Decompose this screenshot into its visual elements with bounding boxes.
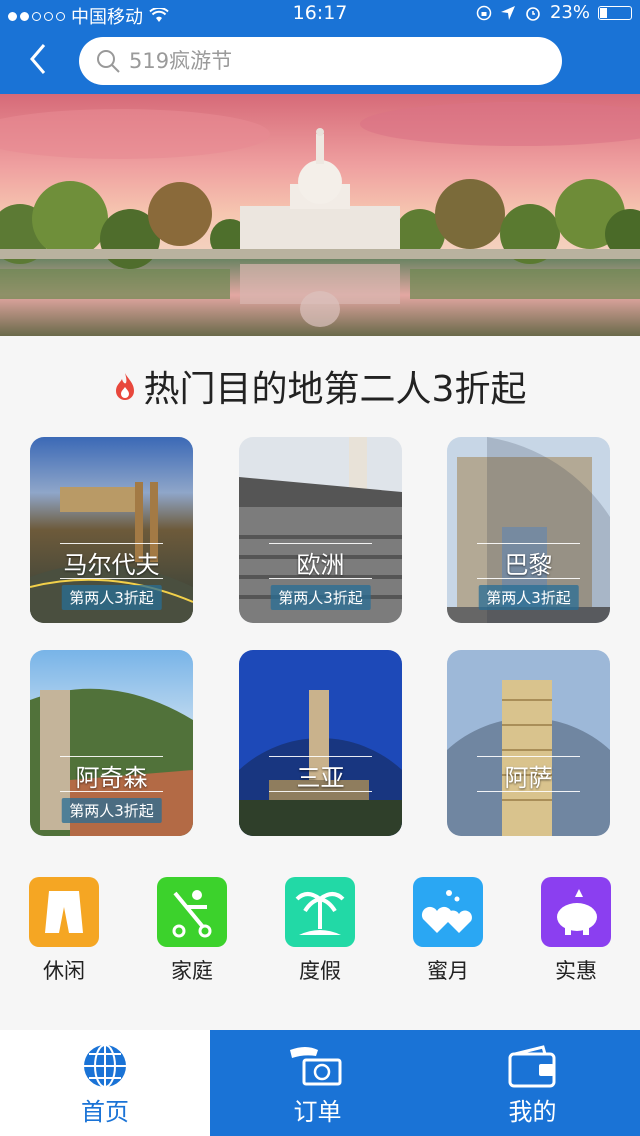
palm-tree-icon [295,892,345,935]
discount-badge: 第两人3折起 [61,585,162,610]
shorts-icon [45,891,83,933]
title-rule-bottom [477,578,580,579]
title-rule-top [269,543,372,544]
destination-name: 阿奇森 [75,764,148,792]
tab-home[interactable]: 首页 [0,1030,210,1136]
destination-name: 阿萨 [504,764,553,792]
battery-icon [598,5,632,20]
destination-card-maldives[interactable]: 马尔代夫 第两人3折起 [30,437,193,623]
title-rule-top [477,543,580,544]
destination-name: 欧洲 [296,551,345,579]
tab-profile[interactable]: 我的 [425,1030,640,1136]
rotation-lock-icon [476,5,492,20]
sanya-photo [239,650,402,836]
search-input[interactable] [127,48,531,74]
tab-profile-label: 我的 [508,1098,557,1126]
search-icon [97,50,120,73]
bottom-tab-bar: 首页 订单 我的 [0,1030,640,1136]
category-value-tile [541,877,611,947]
piggy-bank-icon [557,889,597,935]
category-label: 实惠 [555,959,597,983]
status-bar: 中国移动 16:17 23% [0,0,640,28]
alarm-icon [526,6,540,21]
title-rule-top [269,756,372,757]
destination-card-aqisen[interactable]: 阿奇森 第两人3折起 [30,650,193,836]
discount-badge: 第两人3折起 [61,798,162,823]
title-rule-bottom [269,791,372,792]
destination-name: 巴黎 [504,551,553,579]
tab-home-label: 首页 [81,1098,129,1126]
category-family-tile [157,877,227,947]
money-hand-icon [290,1047,342,1086]
top-bar [0,26,640,94]
search-bar[interactable] [79,37,562,85]
capitol-banner-image [0,94,640,336]
tab-orders-label: 订单 [293,1098,342,1126]
destination-name: 三亚 [296,764,345,792]
category-value[interactable]: 实惠 [531,877,621,985]
destination-card-paris[interactable]: 巴黎 第两人3折起 [447,437,610,623]
title-rule-bottom [269,578,372,579]
category-family[interactable]: 家庭 [147,877,237,985]
wallet-icon [508,1045,556,1088]
discount-badge: 第两人3折起 [478,585,579,610]
battery-percent: 23% [549,2,590,23]
location-icon [500,5,515,20]
category-label: 蜜月 [427,959,469,983]
destination-card-europe[interactable]: 欧洲 第两人3折起 [239,437,402,623]
destination-name: 马尔代夫 [63,551,160,579]
title-rule-top [477,756,580,757]
destination-card-sanya[interactable]: 三亚 [239,650,402,836]
category-row: 休闲 家庭 度假 蜜月 实惠 [0,877,640,987]
section-header: 热门目的地第二人3折起 [0,360,640,412]
title-rule-bottom [60,791,163,792]
category-vacation[interactable]: 度假 [275,877,365,985]
pisa-tower-photo [447,650,610,836]
discount-badge: 第两人3折起 [270,585,371,610]
hearts-icon [421,890,472,933]
title-rule-top [60,543,163,544]
flame-icon [115,373,134,400]
category-label: 家庭 [171,959,213,983]
category-label: 度假 [299,959,341,983]
title-rule-bottom [60,578,163,579]
destination-card-asa[interactable]: 阿萨 [447,650,610,836]
category-honeymoon[interactable]: 蜜月 [403,877,493,985]
stroller-icon [172,890,212,938]
category-honeymoon-tile [413,877,483,947]
category-vacation-tile [285,877,355,947]
hero-banner[interactable] [0,94,640,336]
section-title: 热门目的地第二人3折起 [143,369,527,410]
tab-orders[interactable]: 订单 [210,1030,425,1136]
category-label: 休闲 [43,959,85,983]
globe-icon [84,1044,126,1088]
category-leisure-tile [29,877,99,947]
title-rule-bottom [477,791,580,792]
title-rule-top [60,756,163,757]
category-leisure[interactable]: 休闲 [19,877,109,985]
back-arrow-icon[interactable] [22,42,56,76]
